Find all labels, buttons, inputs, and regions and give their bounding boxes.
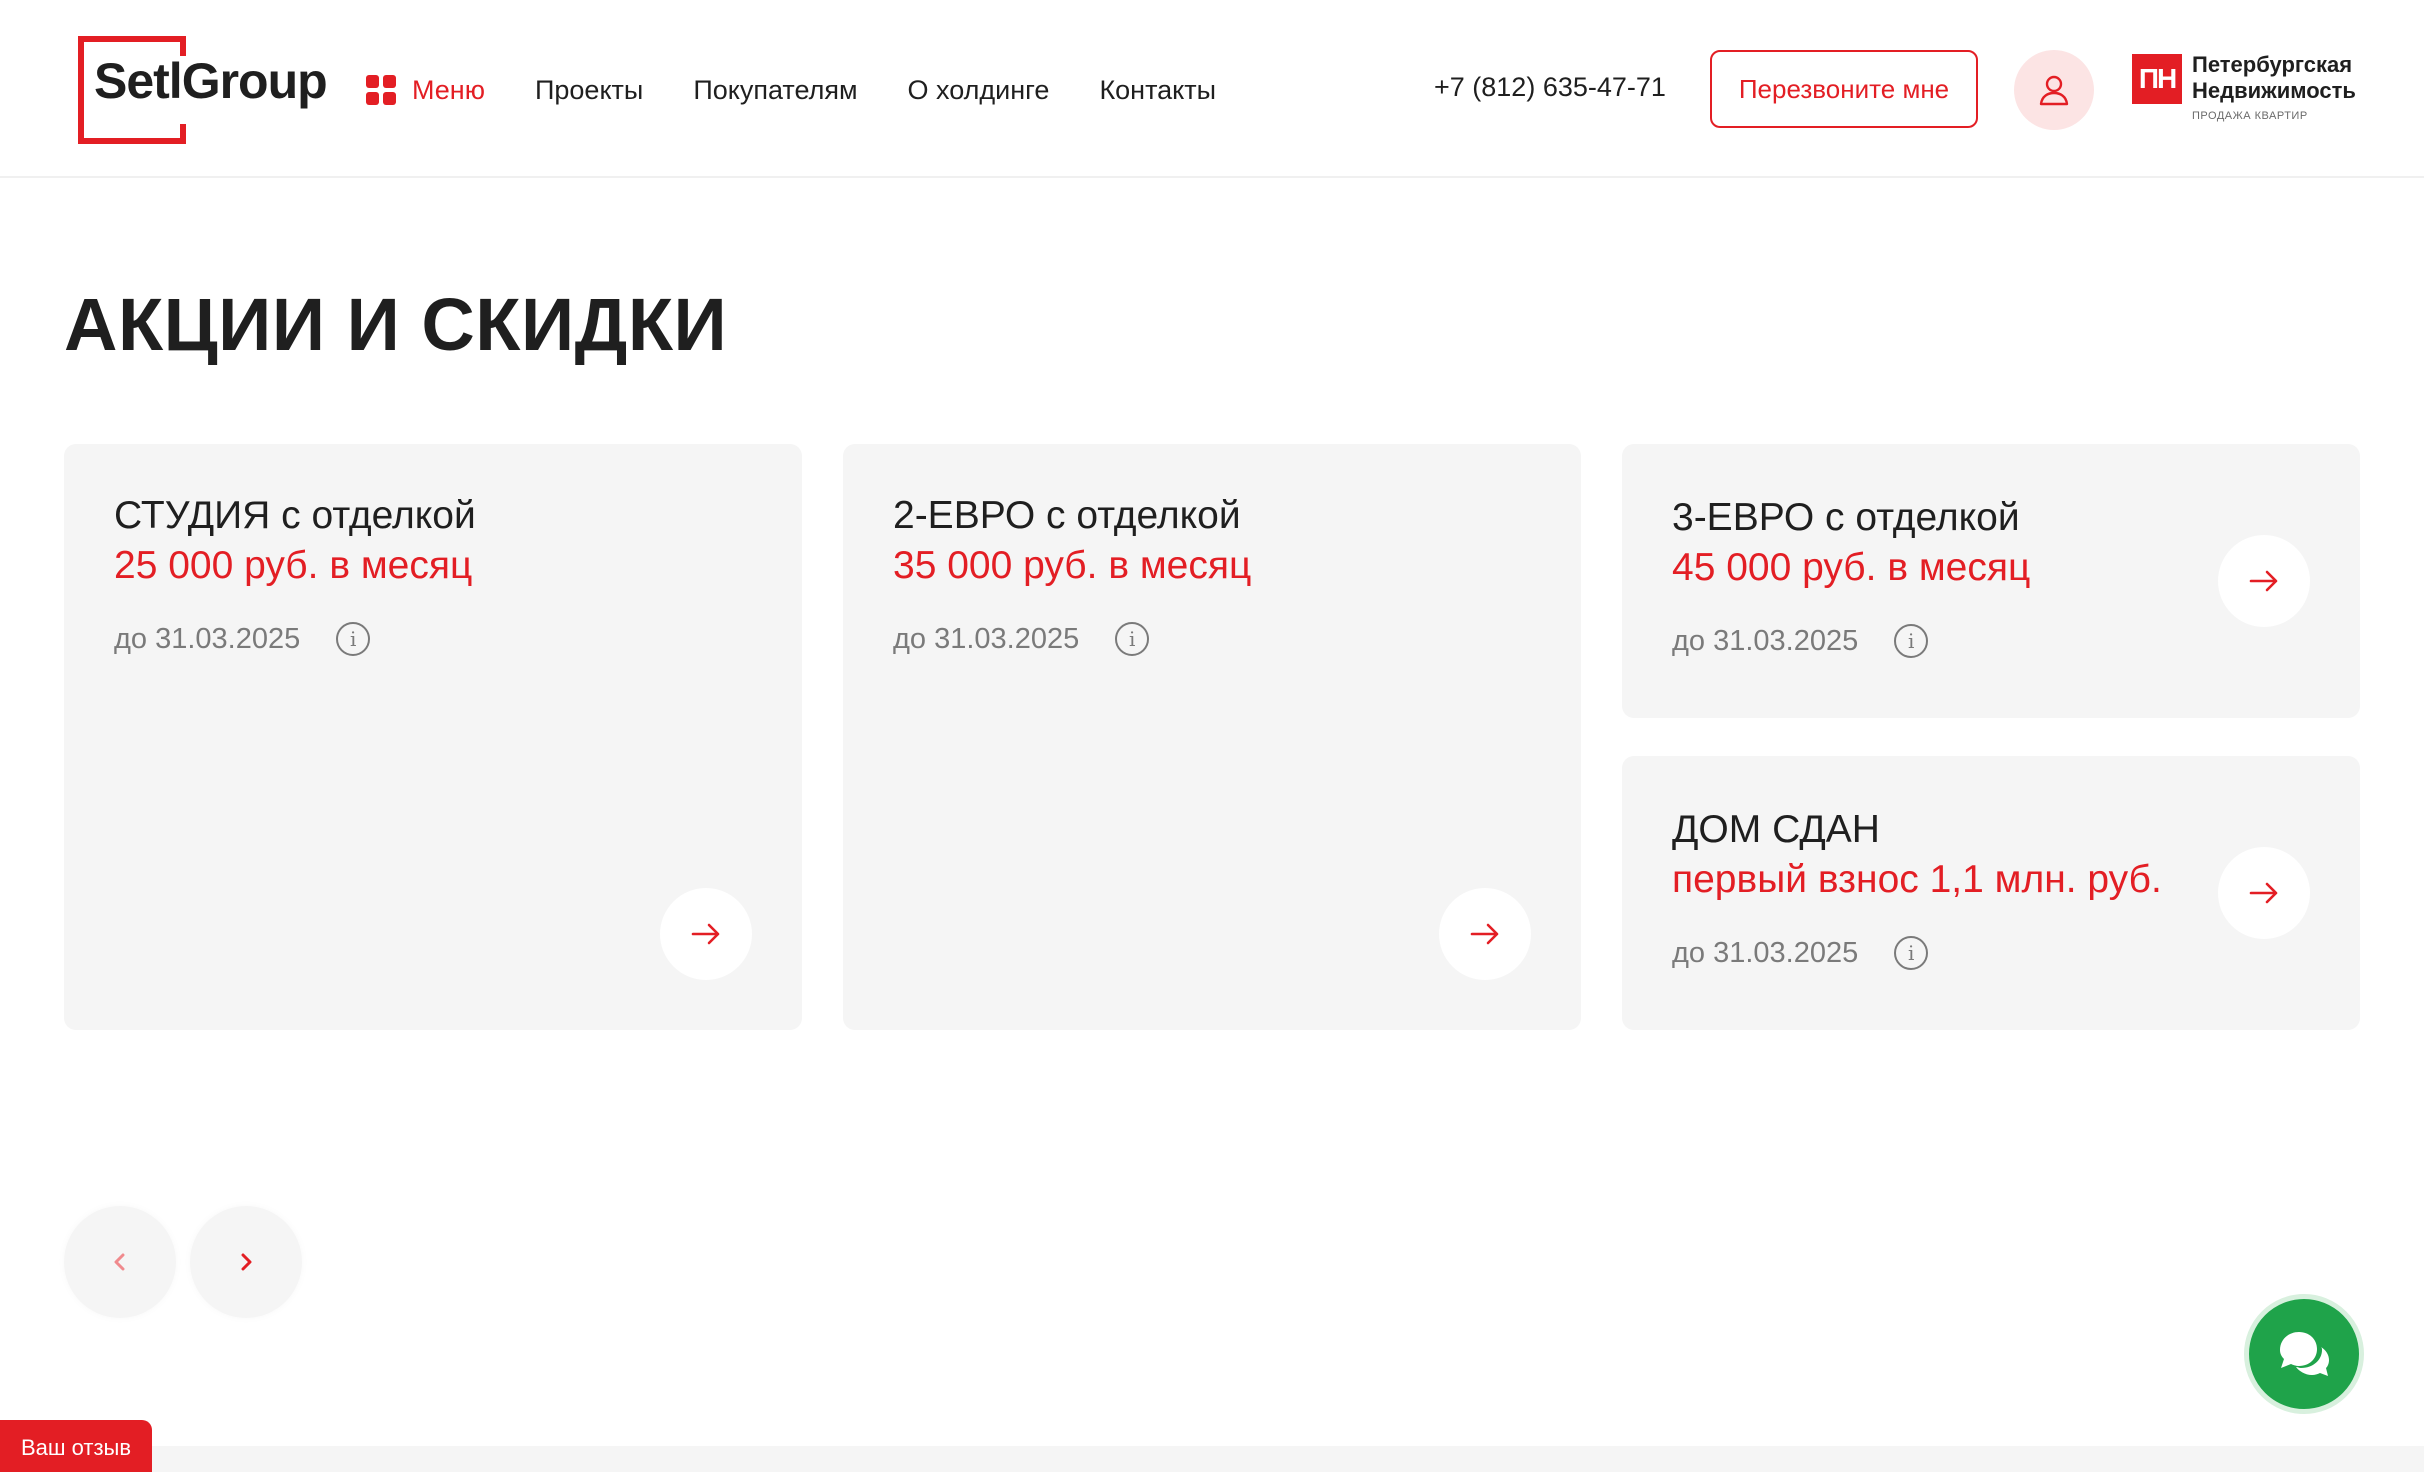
promo-title: СТУДИЯ с отделкой	[114, 494, 476, 537]
feedback-tab[interactable]: Ваш отзыв	[0, 1420, 152, 1472]
promo-date: до 31.03.2025 i	[114, 622, 371, 656]
promo-open-button[interactable]	[1439, 888, 1531, 980]
info-icon[interactable]: i	[1894, 936, 1929, 970]
promo-card-3-euro[interactable]: 3-ЕВРО с отделкой 45 000 руб. в месяц до…	[1622, 444, 2360, 718]
arrow-right-icon	[2249, 882, 2278, 904]
promo-date: до 31.03.2025 i	[1672, 624, 1929, 658]
main-nav: Меню Проекты Покупателям О холдинге Конт…	[366, 68, 1266, 112]
promo-date-text: до 31.03.2025	[893, 622, 1080, 655]
partner-logo[interactable]: ПН Петербургская Недвижимость ПРОДАЖА КВ…	[2132, 52, 2382, 130]
info-icon[interactable]: i	[1894, 624, 1929, 658]
setl-group-logo[interactable]: SetlGroup	[78, 36, 328, 144]
page-title: АКЦИИ И СКИДКИ	[64, 283, 728, 366]
slider-next-button[interactable]	[190, 1206, 302, 1318]
footer-strip	[0, 1446, 2424, 1472]
arrow-right-icon	[691, 923, 720, 945]
partner-name-line1: Петербургская	[2192, 52, 2353, 77]
promo-open-button[interactable]	[2218, 535, 2310, 627]
partner-subtitle: ПРОДАЖА КВАРТИР	[2192, 110, 2308, 122]
promo-price: 45 000 руб. в месяц	[1672, 546, 2031, 589]
promo-date: до 31.03.2025 i	[893, 622, 1150, 656]
promo-price: 35 000 руб. в месяц	[893, 544, 1252, 587]
partner-name-line2: Недвижимость	[2192, 78, 2356, 103]
chat-bubbles-icon	[2280, 1332, 2329, 1376]
partner-mark: ПН	[2132, 54, 2182, 104]
slider-prev-button[interactable]	[64, 1206, 176, 1318]
grid-icon	[366, 75, 396, 105]
info-icon[interactable]: i	[1115, 622, 1150, 656]
nav-link-projects[interactable]: Проекты	[535, 75, 643, 106]
nav-link-buyers[interactable]: Покупателям	[693, 75, 857, 106]
nav-link-about[interactable]: О холдинге	[908, 75, 1050, 106]
promo-price: 25 000 руб. в месяц	[114, 544, 473, 587]
promo-date-text: до 31.03.2025	[1672, 624, 1859, 657]
promo-date: до 31.03.2025 i	[1672, 936, 1929, 970]
logo-frame-bottom	[78, 138, 186, 144]
chevron-right-icon	[241, 1253, 252, 1271]
menu-button[interactable]: Меню	[366, 75, 485, 106]
chat-widget-button[interactable]	[2244, 1294, 2364, 1414]
promo-card-2-euro[interactable]: 2-ЕВРО с отделкой 35 000 руб. в месяц до…	[843, 444, 1581, 1030]
promo-open-button[interactable]	[2218, 847, 2310, 939]
phone-link[interactable]: +7 (812) 635-47-71	[1434, 72, 1666, 103]
promo-card-studio[interactable]: СТУДИЯ с отделкой 25 000 руб. в месяц до…	[64, 444, 802, 1030]
promo-title: ДОМ СДАН	[1672, 808, 1880, 851]
promo-date-text: до 31.03.2025	[1672, 936, 1859, 969]
promo-title: 2-ЕВРО с отделкой	[893, 494, 1241, 537]
logo-frame-right-bottom	[180, 124, 186, 144]
user-icon	[2039, 75, 2069, 106]
promo-date-text: до 31.03.2025	[114, 622, 301, 655]
info-icon[interactable]: i	[336, 622, 371, 656]
arrow-right-icon	[1470, 923, 1499, 945]
promo-price: первый взнос 1,1 млн. руб.	[1672, 858, 2162, 901]
menu-label: Меню	[412, 74, 485, 105]
partner-name: Петербургская Недвижимость	[2192, 52, 2356, 104]
chevron-left-icon	[114, 1253, 125, 1271]
logo-text: SetlGroup	[94, 53, 328, 109]
nav-link-contacts[interactable]: Контакты	[1099, 75, 1216, 106]
callback-button[interactable]: Перезвоните мне	[1710, 50, 1978, 128]
account-button[interactable]	[2014, 50, 2094, 130]
promo-title: 3-ЕВРО с отделкой	[1672, 496, 2020, 539]
promo-card-house-ready[interactable]: ДОМ СДАН первый взнос 1,1 млн. руб. до 3…	[1622, 756, 2360, 1030]
arrow-right-icon	[2249, 570, 2278, 592]
promo-open-button[interactable]	[660, 888, 752, 980]
site-header: SetlGroup Меню Проекты Покупателям О хол…	[0, 0, 2424, 178]
